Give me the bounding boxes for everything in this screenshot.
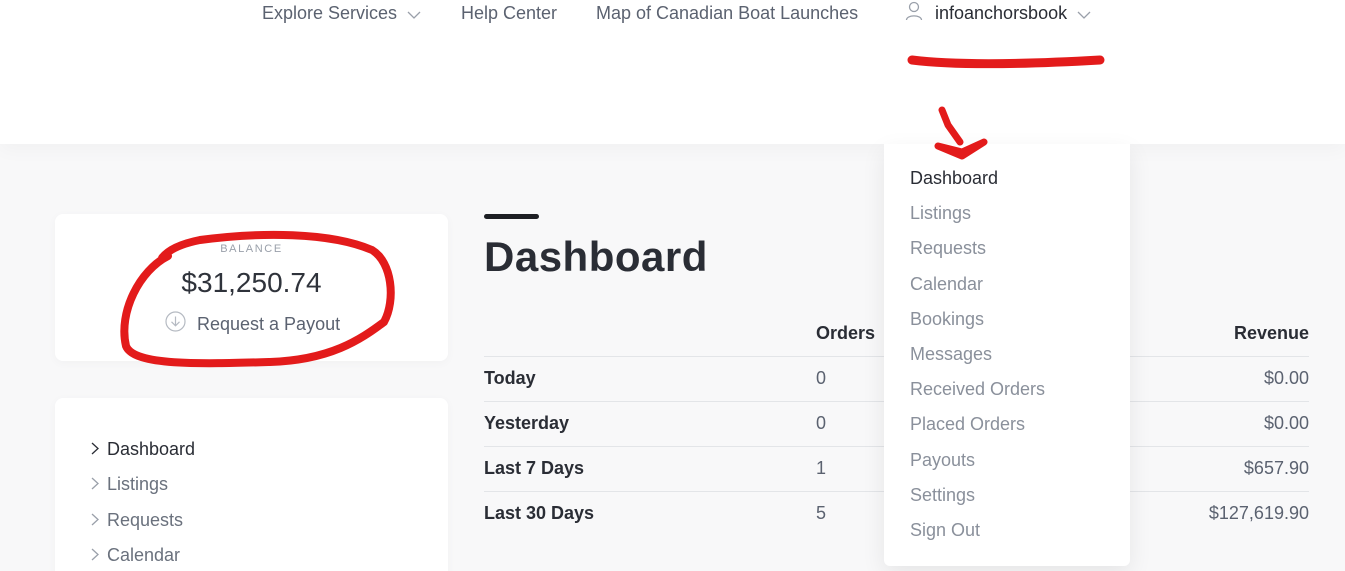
nav-map-boat-launches[interactable]: Map of Canadian Boat Launches bbox=[596, 0, 858, 26]
balance-card: BALANCE $31,250.74 Request a Payout bbox=[55, 214, 448, 361]
request-payout-label: Request a Payout bbox=[197, 313, 341, 334]
menu-item-settings[interactable]: Settings bbox=[910, 478, 1045, 513]
user-dropdown-list: Dashboard Listings Requests Calendar Boo… bbox=[910, 161, 1045, 548]
menu-item-calendar[interactable]: Calendar bbox=[910, 267, 1045, 302]
menu-item-payouts[interactable]: Payouts bbox=[910, 443, 1045, 478]
menu-item-bookings[interactable]: Bookings bbox=[910, 302, 1045, 337]
user-dropdown-menu: Dashboard Listings Requests Calendar Boo… bbox=[884, 144, 1130, 566]
username-label: infoanchorsbook bbox=[935, 2, 1068, 23]
sidebar-item-label: Calendar bbox=[107, 545, 181, 566]
sidebar-item-label: Requests bbox=[107, 509, 184, 530]
chevron-right-icon bbox=[91, 439, 107, 460]
nav-help-center-label: Help Center bbox=[461, 2, 558, 23]
sidebar-item-listings[interactable]: Listings bbox=[91, 467, 195, 502]
sidebar-card: Dashboard Listings Requests Calendar bbox=[55, 398, 448, 571]
nav-map-boat-launches-label: Map of Canadian Boat Launches bbox=[596, 2, 859, 23]
chevron-right-icon bbox=[91, 510, 107, 531]
top-navigation-bar: Explore Services Help Center Map of Cana… bbox=[0, 0, 1345, 144]
column-header-period bbox=[484, 312, 816, 357]
page-title: Dashboard bbox=[484, 233, 708, 280]
menu-item-sign-out[interactable]: Sign Out bbox=[910, 513, 1045, 548]
chevron-right-icon bbox=[91, 474, 107, 495]
balance-amount: $31,250.74 bbox=[181, 267, 322, 298]
nav-explore-services-label: Explore Services bbox=[262, 2, 398, 23]
menu-item-received-orders[interactable]: Received Orders bbox=[910, 372, 1045, 407]
chevron-down-icon bbox=[1077, 3, 1091, 24]
nav-explore-services[interactable]: Explore Services bbox=[262, 0, 421, 26]
sidebar-item-label: Dashboard bbox=[107, 439, 196, 460]
user-icon bbox=[905, 1, 923, 26]
menu-item-placed-orders[interactable]: Placed Orders bbox=[910, 407, 1045, 442]
row-period: Last 30 Days bbox=[484, 503, 595, 524]
sidebar-item-calendar[interactable]: Calendar bbox=[91, 538, 195, 571]
sidebar-item-requests[interactable]: Requests bbox=[91, 503, 195, 538]
sidebar-item-label: Listings bbox=[107, 474, 169, 495]
sidebar-menu: Dashboard Listings Requests Calendar bbox=[91, 432, 195, 571]
row-period: Last 7 Days bbox=[484, 446, 816, 492]
chevron-right-icon bbox=[91, 545, 107, 566]
download-circle-icon bbox=[165, 311, 186, 337]
balance-label: BALANCE bbox=[220, 243, 283, 255]
title-accent-bar bbox=[484, 214, 539, 219]
row-period: Today bbox=[484, 356, 816, 402]
row-period: Yesterday bbox=[484, 401, 816, 447]
request-payout-button[interactable]: Request a Payout bbox=[165, 311, 340, 337]
menu-item-listings[interactable]: Listings bbox=[910, 196, 1045, 231]
menu-item-dashboard[interactable]: Dashboard bbox=[910, 161, 1045, 196]
user-menu-toggle[interactable]: infoanchorsbook bbox=[905, 0, 1091, 26]
nav-help-center[interactable]: Help Center bbox=[461, 0, 557, 26]
menu-item-requests[interactable]: Requests bbox=[910, 231, 1045, 266]
menu-item-messages[interactable]: Messages bbox=[910, 337, 1045, 372]
chevron-down-icon bbox=[407, 3, 421, 24]
sidebar-item-dashboard[interactable]: Dashboard bbox=[91, 432, 195, 467]
